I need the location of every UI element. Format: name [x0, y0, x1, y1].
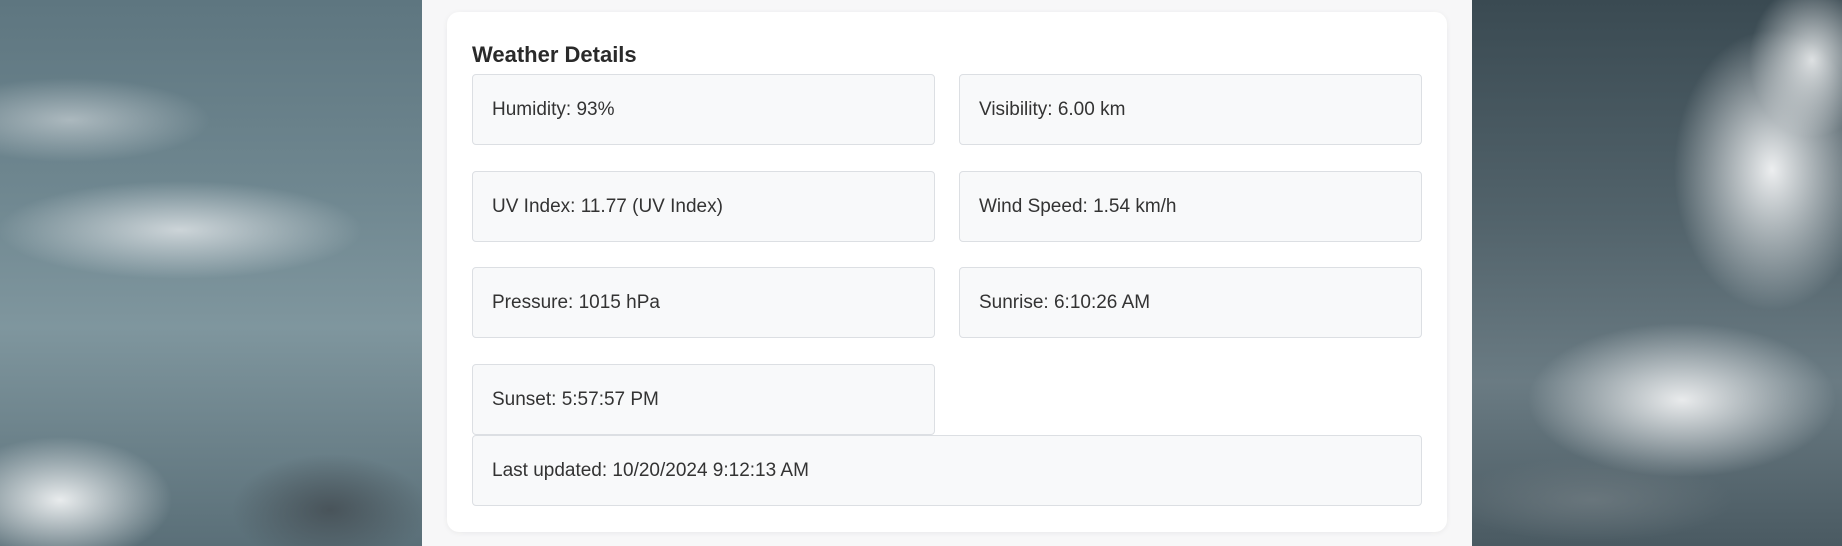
weather-details-card: Weather Details Humidity: 93% Visibility… [447, 12, 1447, 532]
sunset-item: Sunset: 5:57:57 PM [472, 364, 935, 435]
cloud-background-right [1472, 0, 1842, 546]
uv-index-item: UV Index: 11.77 (UV Index) [472, 171, 935, 242]
visibility-item: Visibility: 6.00 km [959, 74, 1422, 145]
wind-speed-item: Wind Speed: 1.54 km/h [959, 171, 1422, 242]
humidity-item: Humidity: 93% [472, 74, 935, 145]
cloud-background-left [0, 0, 422, 546]
pressure-item: Pressure: 1015 hPa [472, 267, 935, 338]
last-updated-item: Last updated: 10/20/2024 9:12:13 AM [472, 435, 1422, 506]
weather-details-title: Weather Details [472, 42, 637, 67]
main-column: Weather Details Humidity: 93% Visibility… [422, 0, 1472, 546]
sunrise-item: Sunrise: 6:10:26 AM [959, 267, 1422, 338]
